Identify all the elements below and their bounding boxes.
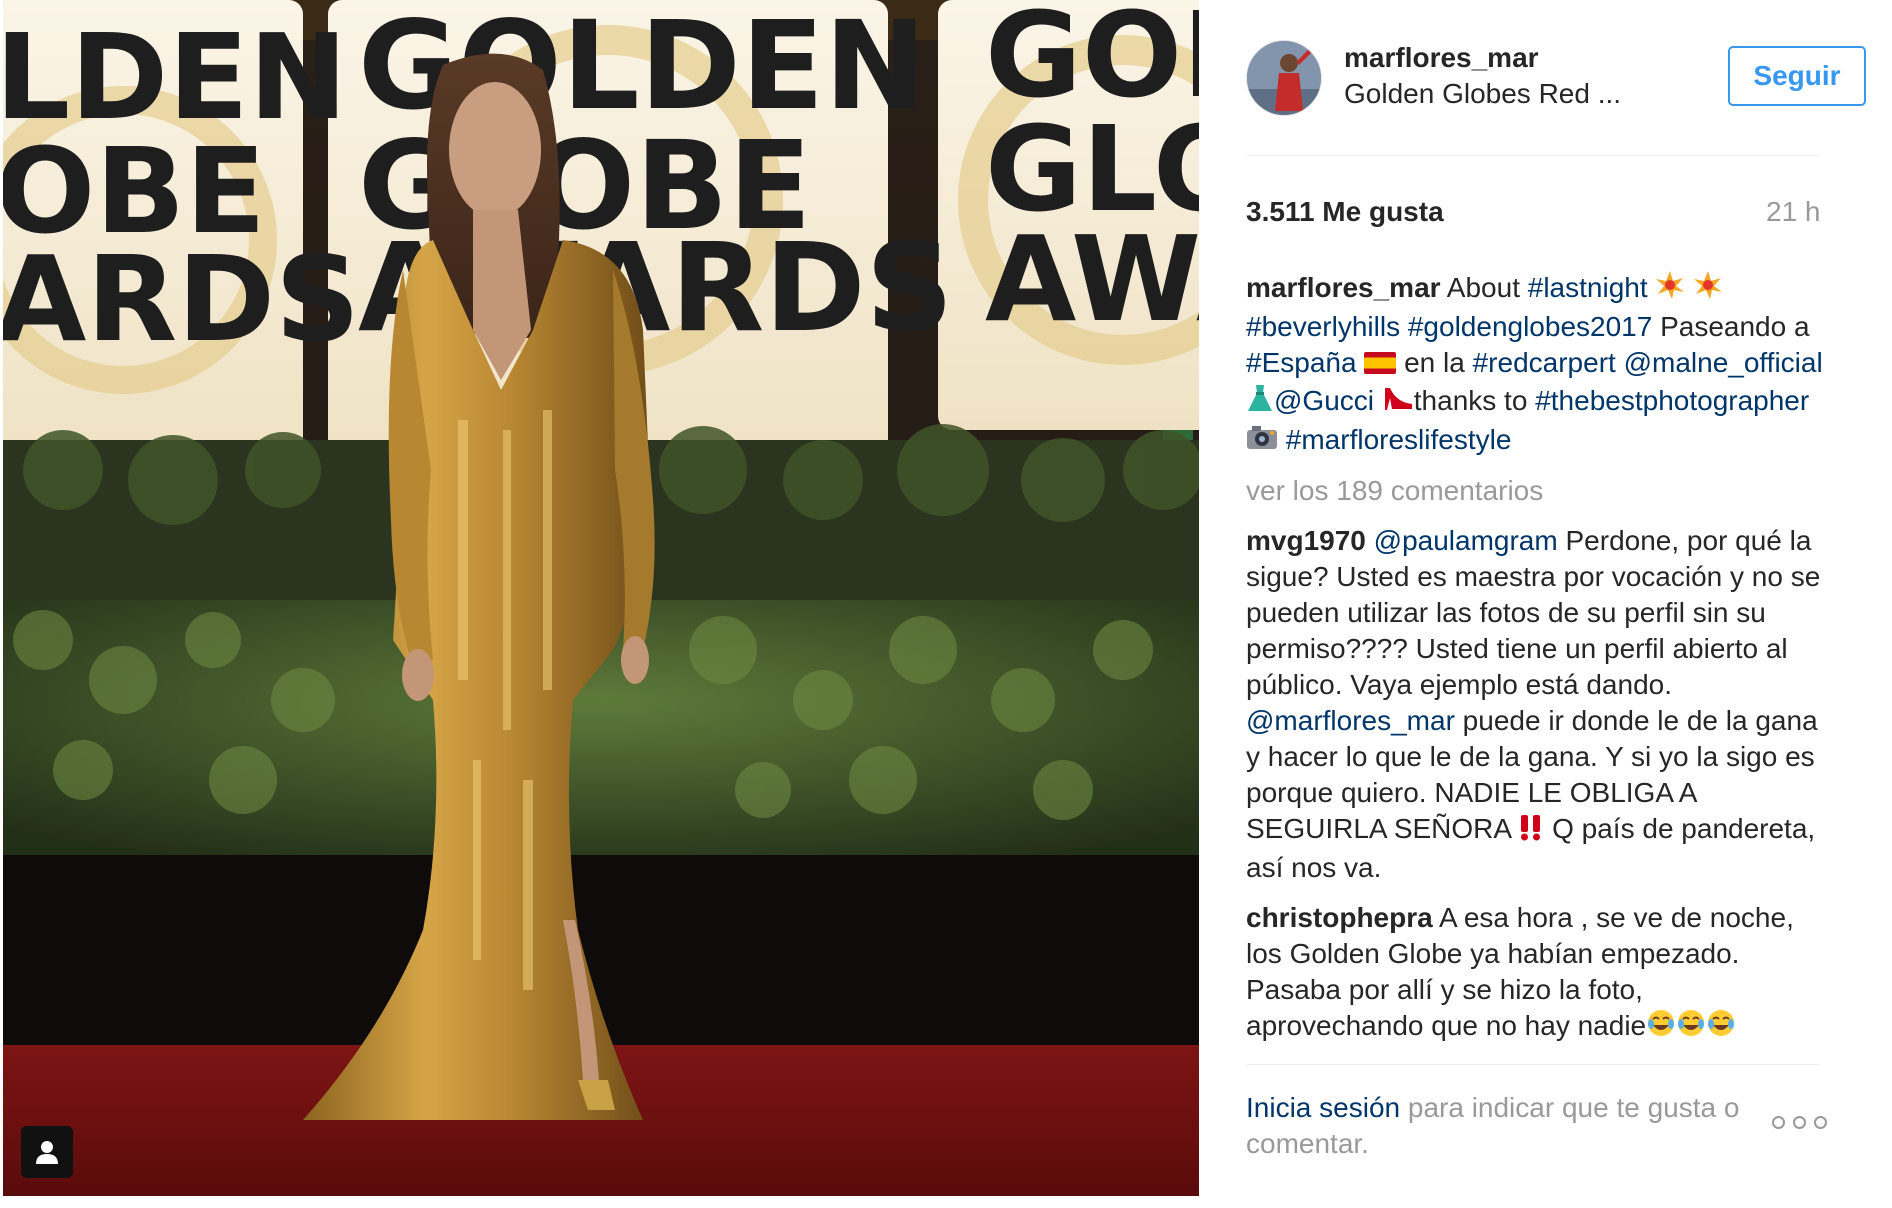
login-prompt: Inicia sesión para indicar que te gusta … <box>1246 1090 1766 1162</box>
dot <box>1814 1116 1827 1129</box>
comments-list[interactable]: marflores_mar About #lastnight #beverlyh… <box>1246 270 1824 1062</box>
camera-emoji <box>1246 423 1278 459</box>
post-header: marflores_mar Golden Globes Red ... Segu… <box>1246 40 1866 152</box>
hashtag-link[interactable]: #redcarpert <box>1473 347 1616 378</box>
double-exclamation-emoji <box>1518 813 1544 850</box>
instagram-post-page: LDEN OBE ARDS GOLDEN GLOBE AWARDS GOL GL… <box>0 0 1892 1208</box>
post-photo[interactable]: LDEN OBE ARDS GOLDEN GLOBE AWARDS GOL GL… <box>3 0 1199 1196</box>
more-options-icon[interactable] <box>1772 1116 1827 1129</box>
dress-emoji <box>1246 383 1274 422</box>
avatar-image <box>1247 41 1321 115</box>
follow-button[interactable]: Seguir <box>1728 46 1866 106</box>
sign-left-line3: ARDS <box>3 230 360 368</box>
comment-username[interactable]: mvg1970 <box>1246 525 1366 556</box>
hashtag-link[interactable]: #España <box>1246 347 1357 378</box>
post-sidebar: marflores_mar Golden Globes Red ... Segu… <box>1200 0 1892 1208</box>
dot <box>1793 1116 1806 1129</box>
view-all-comments-link[interactable]: ver los 189 comentarios <box>1246 473 1824 509</box>
mention-link[interactable]: @marflores_mar <box>1246 705 1455 736</box>
caption-text: thanks to <box>1413 384 1528 416</box>
comment-item: christophepra A esa hora , se ve de noch… <box>1246 900 1824 1047</box>
dot <box>1772 1116 1785 1129</box>
photo-scene: LDEN OBE ARDS GOLDEN GLOBE AWARDS GOL GL… <box>3 0 1199 1196</box>
username-link[interactable]: marflores_mar <box>1344 42 1539 74</box>
mention-link[interactable]: @malne_official <box>1624 347 1823 378</box>
tears-of-joy-emoji <box>1706 1008 1736 1047</box>
avatar[interactable] <box>1246 40 1322 116</box>
likes-count[interactable]: 3.511 Me gusta <box>1246 196 1444 228</box>
sign-right-line3: AWA <box>985 210 1199 348</box>
comment-item: mvg1970 @paulamgram Perdone, por qué la … <box>1246 523 1824 885</box>
divider <box>1246 1064 1820 1065</box>
login-link[interactable]: Inicia sesión <box>1246 1092 1400 1123</box>
comment-username[interactable]: christophepra <box>1246 902 1433 933</box>
hashtag-link[interactable]: #thebestphotographer <box>1535 385 1809 416</box>
caption-text: Paseando a <box>1652 311 1810 343</box>
hashtag-link[interactable]: #marfloreslifestyle <box>1286 424 1512 455</box>
mention-link[interactable]: @Gucci <box>1274 385 1374 416</box>
caption-username[interactable]: marflores_mar <box>1246 272 1441 303</box>
location-link[interactable]: Golden Globes Red ... <box>1344 78 1621 110</box>
divider <box>1246 155 1820 156</box>
spain-flag-emoji <box>1364 347 1397 383</box>
caption-text: en la <box>1396 347 1473 379</box>
hashtag-link[interactable]: #beverlyhills <box>1246 311 1400 342</box>
hashtag-link[interactable]: #goldenglobes2017 <box>1408 311 1652 342</box>
hashtag-link[interactable]: #lastnight <box>1528 272 1648 303</box>
user-tag-button[interactable] <box>21 1126 73 1178</box>
caption-text: About <box>1440 272 1528 303</box>
post-time[interactable]: 21 h <box>1766 196 1821 228</box>
heel-shoe-emoji <box>1382 384 1414 421</box>
tears-of-joy-emoji <box>1676 1008 1706 1047</box>
tears-of-joy-emoji <box>1646 1008 1676 1047</box>
collision-emoji <box>1655 270 1685 309</box>
collision-emoji <box>1693 270 1723 309</box>
caption: marflores_mar About #lastnight #beverlyh… <box>1246 270 1824 459</box>
user-tag-icon <box>36 1141 58 1164</box>
mention-link[interactable]: @paulamgram <box>1374 525 1558 556</box>
